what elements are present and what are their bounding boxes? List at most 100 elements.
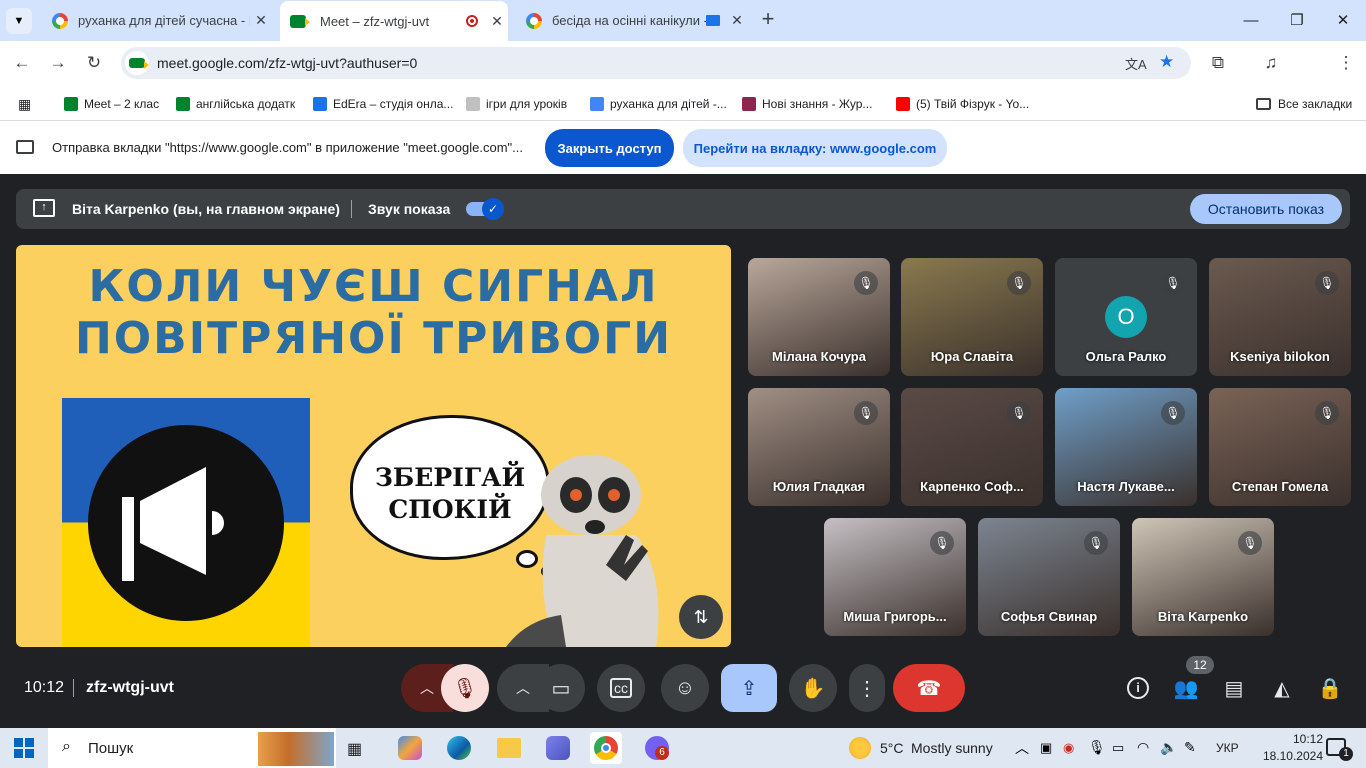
bookmark-item[interactable]: англійська додатк bbox=[176, 94, 295, 114]
participant-tile[interactable]: 🎙 Мілана Кочура bbox=[748, 258, 890, 376]
stop-sharing-button[interactable]: Закрыть доступ bbox=[545, 129, 674, 167]
activities-button[interactable]: ◭ bbox=[1266, 672, 1298, 704]
tray-battery-icon[interactable]: ▭ bbox=[1112, 740, 1124, 756]
participant-name: Віта Karpenko bbox=[1157, 609, 1249, 624]
tab-search-button[interactable]: ▼ bbox=[6, 8, 32, 34]
tab-rukhanka[interactable]: руханка для дітей сучасна - По ✕ bbox=[42, 5, 272, 36]
bookmark-item[interactable]: руханка для дітей -... bbox=[590, 94, 727, 114]
chrome-icon[interactable] bbox=[590, 732, 622, 764]
clock-date[interactable]: 18.10.2024 bbox=[1255, 749, 1323, 763]
minimize-button[interactable]: — bbox=[1228, 0, 1274, 40]
chat-button[interactable]: ▤ bbox=[1218, 672, 1250, 704]
tray-mic-icon[interactable]: 🎙 bbox=[1088, 739, 1106, 756]
camera-button[interactable]: ▭ bbox=[537, 664, 585, 712]
swap-layout-button[interactable]: ⇅ bbox=[679, 595, 723, 639]
mic-muted-icon: 🎙 bbox=[1161, 401, 1185, 425]
bookmark-item[interactable]: Нові знання - Жур... bbox=[742, 94, 872, 114]
participant-tile[interactable]: О 🎙 Ольга Ралко bbox=[1055, 258, 1197, 376]
teams-icon[interactable] bbox=[546, 736, 570, 760]
bookmark-favicon-icon bbox=[590, 97, 604, 111]
weather-icon[interactable] bbox=[849, 737, 871, 759]
raise-hand-button[interactable]: ✋ bbox=[789, 664, 837, 712]
tab-title: бесіда на осінні канікули - bbox=[552, 13, 706, 28]
participant-tile[interactable]: 🎙 Настя Лукаве... bbox=[1055, 388, 1197, 506]
tray-app-icon[interactable]: ▣ bbox=[1040, 740, 1052, 756]
back-button[interactable]: ← bbox=[6, 47, 38, 79]
new-tab-button[interactable]: + bbox=[756, 7, 780, 33]
participant-name: Степан Гомела bbox=[1231, 479, 1329, 494]
tab-meet[interactable]: Meet – zfz-wtgj-uvt ✕ bbox=[280, 1, 508, 41]
participant-tile[interactable]: 🎙 Kseniya bilokon bbox=[1209, 258, 1351, 376]
close-tab-icon[interactable]: ✕ bbox=[486, 13, 508, 30]
participant-tile[interactable]: 🎙 Віта Karpenko bbox=[1132, 518, 1274, 636]
meeting-details-button[interactable]: i bbox=[1122, 672, 1154, 704]
file-explorer-icon[interactable] bbox=[497, 738, 521, 758]
sharing-message: Отправка вкладки "https://www.google.com… bbox=[52, 140, 523, 155]
tray-camera-icon[interactable]: ◉ bbox=[1063, 740, 1074, 756]
captions-button[interactable]: cc bbox=[597, 664, 645, 712]
reload-button[interactable]: ↻ bbox=[78, 47, 110, 79]
all-bookmarks[interactable]: Все закладки bbox=[1256, 94, 1352, 114]
maximize-button[interactable]: ❐ bbox=[1274, 0, 1320, 40]
bookmark-item[interactable]: EdEra – студія онла... bbox=[313, 94, 453, 114]
stop-presenting-button[interactable]: Остановить показ bbox=[1190, 194, 1342, 224]
taskbar-search[interactable]: ⌕ Пошук bbox=[48, 728, 336, 768]
captions-icon: cc bbox=[610, 678, 632, 698]
presenter-label: Віта Karpenko (вы, на главном экране) bbox=[72, 201, 340, 217]
slide-title-line1: КОЛИ ЧУЄШ СИГНАЛ bbox=[88, 261, 659, 312]
audio-toggle[interactable]: ✓ bbox=[466, 198, 504, 220]
participant-tile[interactable]: 🎙 Степан Гомела bbox=[1209, 388, 1351, 506]
participant-tile[interactable]: 🎙 Софья Свинар bbox=[978, 518, 1120, 636]
site-info-icon[interactable] bbox=[125, 51, 149, 75]
close-window-button[interactable]: ✕ bbox=[1320, 0, 1366, 40]
host-controls-button[interactable]: 🔒 bbox=[1314, 672, 1346, 704]
participant-tile[interactable]: 🎙 Юлия Гладкая bbox=[748, 388, 890, 506]
weather-desc[interactable]: Mostly sunny bbox=[911, 740, 993, 756]
input-language[interactable]: УКР bbox=[1216, 741, 1239, 755]
tray-wifi-icon[interactable]: ◠ bbox=[1137, 739, 1149, 756]
participant-tile[interactable]: 🎙 Юра Славіта bbox=[901, 258, 1043, 376]
more-options-button[interactable]: ⋮ bbox=[849, 664, 885, 712]
chevron-up-icon: ︿ bbox=[420, 680, 434, 696]
switch-to-tab-button[interactable]: Перейти на вкладку: www.google.com bbox=[683, 129, 947, 167]
present-button[interactable]: ⇪ bbox=[721, 664, 777, 712]
weather-temp[interactable]: 5°C bbox=[880, 740, 904, 756]
reload-icon: ↻ bbox=[86, 53, 102, 72]
tab-besida[interactable]: бесіда на осінні канікули - ✕ bbox=[518, 5, 748, 36]
participant-tile[interactable]: 🎙 Миша Григорь... bbox=[824, 518, 966, 636]
forward-button[interactable]: → bbox=[42, 47, 74, 79]
clock-time[interactable]: 10:12 bbox=[1265, 732, 1323, 746]
apps-button[interactable]: ▦ bbox=[18, 94, 31, 114]
bookmark-star-icon[interactable]: ★ bbox=[1159, 52, 1174, 72]
extensions-button[interactable]: ⧉ bbox=[1202, 47, 1234, 79]
menu-button[interactable]: ⋮ bbox=[1330, 47, 1362, 79]
media-controls-button[interactable]: ♫ bbox=[1255, 47, 1287, 79]
presentation-bar: ↑ Віта Karpenko (вы, на главном экране) … bbox=[16, 189, 1350, 229]
leave-call-button[interactable]: ☎ bbox=[893, 664, 965, 712]
bookmark-item[interactable]: Meet – 2 клас bbox=[64, 94, 159, 114]
translate-icon[interactable]: 文A bbox=[1125, 54, 1147, 73]
chevron-down-icon: ▼ bbox=[13, 15, 25, 27]
tray-pen-icon[interactable]: ✎ bbox=[1184, 739, 1196, 756]
people-button[interactable]: 👥 bbox=[1170, 672, 1202, 704]
task-view-icon[interactable]: ▦ bbox=[347, 739, 362, 759]
close-tab-icon[interactable]: ✕ bbox=[726, 12, 748, 29]
tray-chevron-icon[interactable]: ︿ bbox=[1015, 738, 1029, 758]
close-tab-icon[interactable]: ✕ bbox=[250, 12, 272, 29]
microphone-button[interactable]: 🎙 bbox=[441, 664, 489, 712]
info-icon: i bbox=[1127, 677, 1149, 699]
address-bar[interactable]: meet.google.com/zfz-wtgj-uvt?authuser=0 … bbox=[121, 47, 1191, 79]
copilot-icon[interactable] bbox=[398, 736, 422, 760]
participant-tile[interactable]: 🎙 Карпенко Соф... bbox=[901, 388, 1043, 506]
tray-volume-icon[interactable]: 🔈 bbox=[1160, 739, 1177, 756]
audio-label: Звук показа bbox=[368, 201, 451, 217]
reactions-button[interactable]: ☺ bbox=[661, 664, 709, 712]
mic-muted-icon: 🎙 bbox=[1161, 271, 1185, 295]
present-icon: ↑ bbox=[33, 199, 55, 217]
edge-icon[interactable] bbox=[447, 736, 471, 760]
bookmark-favicon-icon bbox=[466, 97, 480, 111]
bookmark-item[interactable]: (5) Твій Фізрук - Yo... bbox=[896, 94, 1029, 114]
bookmark-label: англійська додатк bbox=[196, 97, 296, 111]
bookmark-item[interactable]: ігри для уроків bbox=[466, 94, 567, 114]
start-button[interactable] bbox=[14, 738, 34, 758]
